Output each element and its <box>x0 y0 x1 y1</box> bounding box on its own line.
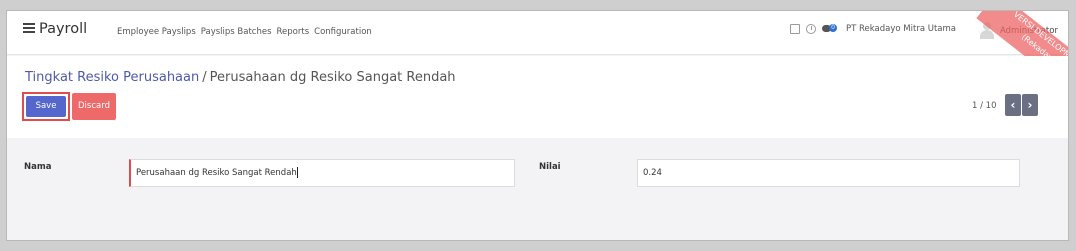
control-panel: Tingkat Resiko Perusahaan / Perusahaan dg … <box>7 56 1068 138</box>
chat-icon[interactable]: 0 <box>822 24 837 34</box>
systray: 0 PT Rekadayo Mitra Utama <box>790 24 956 34</box>
pager-previous-button[interactable]: ‹ <box>1005 94 1021 116</box>
menu-item-employee-payslips[interactable]: Employee Payslips <box>117 27 196 37</box>
nama-field[interactable]: Perusahaan dg Resiko Sangat Rendah <box>129 159 515 187</box>
menu-item-configuration[interactable]: Configuration <box>314 27 372 37</box>
nama-value: Perusahaan dg Resiko Sangat Rendah <box>136 168 297 178</box>
menu-toggle-icon[interactable] <box>23 23 35 33</box>
main-menu: Employee Payslips Payslips Batches Repor… <box>117 27 372 37</box>
edit-note-icon[interactable] <box>790 24 800 34</box>
menu-item-payslips-batches[interactable]: Payslips Batches <box>201 27 272 37</box>
menu-item-reports[interactable]: Reports <box>277 27 310 37</box>
clock-icon[interactable] <box>806 24 816 34</box>
save-button[interactable]: Save <box>22 92 70 121</box>
breadcrumb-separator: / <box>202 70 207 85</box>
app-title[interactable]: Payroll <box>39 21 87 37</box>
chat-badge: 0 <box>829 24 837 32</box>
breadcrumb: Tingkat Resiko Perusahaan / Perusahaan dg … <box>25 70 456 85</box>
user-menu[interactable]: Administrator <box>1000 26 1058 36</box>
nilai-field[interactable]: 0.24 <box>637 159 1020 187</box>
app-window: Payroll Employee Payslips Payslips Batch… <box>6 10 1069 241</box>
nama-label: Nama <box>24 162 52 172</box>
discard-button[interactable]: Discard <box>72 93 116 120</box>
save-button-label: Save <box>26 96 66 117</box>
nilai-value: 0.24 <box>643 168 662 178</box>
pager-counter: 1 / 10 <box>972 101 997 111</box>
breadcrumb-current: Perusahaan dg Resiko Sangat Rendah <box>209 70 456 85</box>
breadcrumb-parent-link[interactable]: Tingkat Resiko Perusahaan <box>25 70 199 85</box>
text-caret <box>296 167 298 178</box>
company-switcher[interactable]: PT Rekadayo Mitra Utama <box>846 24 956 34</box>
avatar[interactable] <box>979 21 995 39</box>
top-navbar: Payroll Employee Payslips Payslips Batch… <box>7 11 1068 81</box>
pager-next-button[interactable]: › <box>1022 94 1038 116</box>
form-sheet: Nama Perusahaan dg Resiko Sangat Rendah … <box>7 138 1068 240</box>
nilai-label: Nilai <box>539 162 561 172</box>
